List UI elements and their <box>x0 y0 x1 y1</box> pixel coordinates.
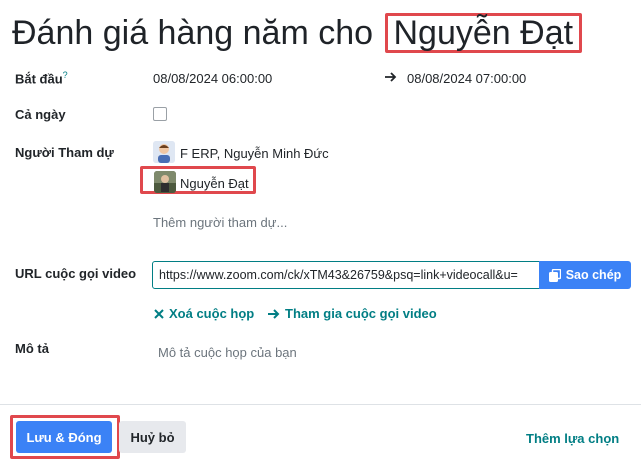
copy-button[interactable]: Sao chép <box>539 261 631 289</box>
attendees-label: Người Tham dự <box>15 145 114 160</box>
all-day-checkbox[interactable] <box>153 107 167 121</box>
video-url-input[interactable]: https://www.zoom.com/ck/xTM43&26759&psq=… <box>152 261 540 289</box>
video-url-label: URL cuộc gọi video <box>15 266 137 281</box>
join-video-call-label: Tham gia cuộc gọi video <box>285 306 437 321</box>
help-icon[interactable]: ? <box>63 70 68 80</box>
save-close-button[interactable]: Lưu & Đóng <box>16 421 112 453</box>
arrow-right-icon <box>268 308 280 319</box>
copy-button-label: Sao chép <box>565 268 622 282</box>
add-attendee-input[interactable]: Thêm người tham dự... <box>153 215 287 230</box>
start-datetime[interactable]: 08/08/2024 06:00:00 <box>153 71 272 86</box>
end-datetime[interactable]: 08/08/2024 07:00:00 <box>407 71 526 86</box>
start-label-text: Bắt đầu <box>15 71 63 87</box>
avatar-photo-icon <box>154 171 176 193</box>
description-input[interactable]: Mô tả cuộc họp của bạn <box>158 345 297 360</box>
delete-meeting-link[interactable]: Xoá cuộc họp <box>154 306 254 321</box>
all-day-label: Cả ngày <box>15 107 66 122</box>
close-icon <box>154 308 164 319</box>
delete-meeting-label: Xoá cuộc họp <box>169 306 255 321</box>
more-options-link[interactable]: Thêm lựa chọn <box>526 431 619 446</box>
join-video-call-link[interactable]: Tham gia cuộc gọi video <box>268 306 437 321</box>
arrow-right-icon <box>385 72 397 82</box>
start-label: Bắt đầu? <box>15 70 68 86</box>
attendee-item[interactable]: F ERP, Nguyễn Minh Đức <box>180 146 329 161</box>
attendee-item[interactable]: Nguyễn Đạt <box>180 176 249 191</box>
description-label: Mô tả <box>15 341 49 356</box>
page-title: Đánh giá hàng năm cho Nguyễn Đạt <box>12 12 583 54</box>
copy-icon <box>548 268 561 282</box>
title-name[interactable]: Nguyễn Đạt <box>394 14 574 52</box>
footer-divider <box>0 404 641 405</box>
cancel-button[interactable]: Huỷ bỏ <box>119 421 186 453</box>
title-prefix: Đánh giá hàng năm cho <box>12 14 374 52</box>
title-name-highlight: Nguyễn Đạt <box>384 13 583 53</box>
avatar-group-icon <box>153 141 175 163</box>
